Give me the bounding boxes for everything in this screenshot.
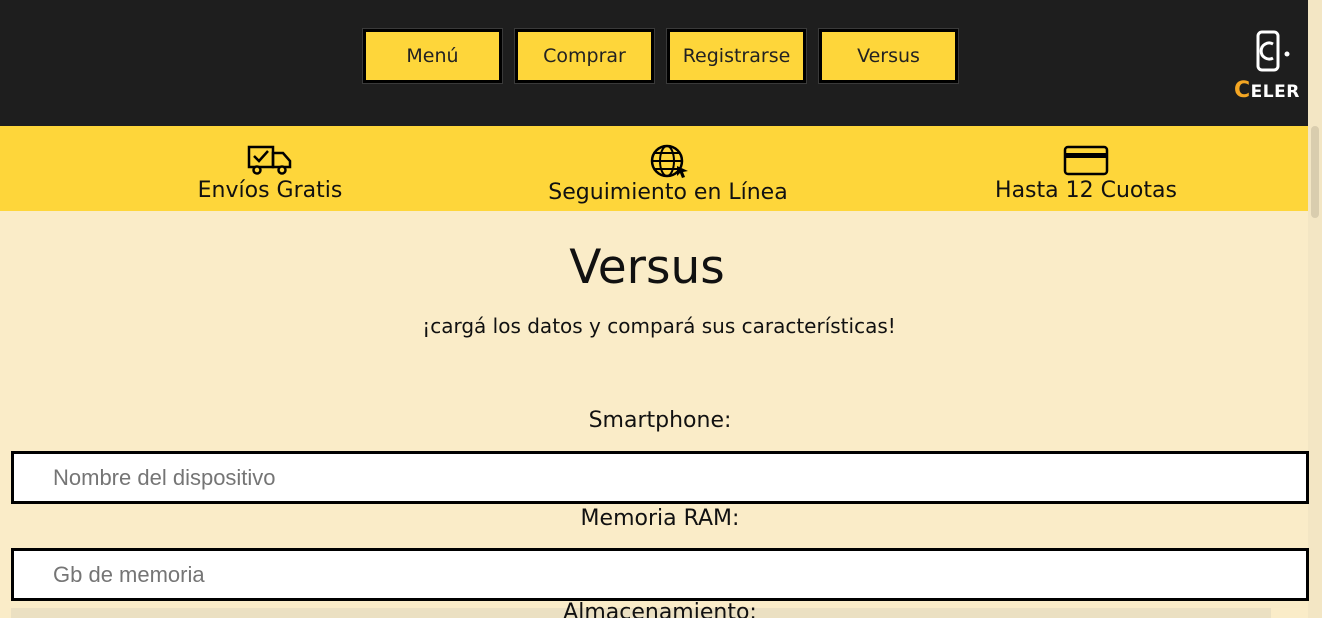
feature-label: Envíos Gratis — [197, 178, 343, 203]
phone-logo-icon — [1256, 30, 1290, 72]
feature-cuotas: Hasta 12 Cuotas — [976, 144, 1196, 203]
logo-wordmark: CELER — [1234, 78, 1300, 103]
ram-input[interactable] — [11, 548, 1309, 601]
main-nav: Menú Comprar Registrarse Versus — [363, 29, 958, 83]
smartphone-label: Smartphone: — [588, 408, 732, 433]
nav-versus-button[interactable]: Versus — [819, 29, 958, 83]
smartphone-name-input[interactable] — [11, 451, 1309, 504]
nav-menu-button[interactable]: Menú — [363, 29, 502, 83]
features-bar: Envíos Gratis Seguimiento en Línea Hasta… — [0, 126, 1308, 211]
page-subtitle: ¡cargá los datos y compará sus caracterí… — [422, 314, 896, 338]
feature-envios-gratis: Envíos Gratis — [170, 144, 370, 203]
nav-registrarse-button[interactable]: Registrarse — [667, 29, 806, 83]
celer-logo[interactable]: CELER — [1232, 30, 1304, 103]
delivery-truck-icon — [247, 145, 292, 175]
feature-label: Hasta 12 Cuotas — [995, 178, 1177, 203]
feature-seguimiento: Seguimiento en Línea — [528, 144, 808, 205]
site-header: Menú Comprar Registrarse Versus CELER — [0, 0, 1308, 126]
ram-label: Memoria RAM: — [580, 506, 740, 531]
page-title: Versus — [569, 240, 725, 295]
nav-comprar-button[interactable]: Comprar — [515, 29, 654, 83]
storage-label: Almacenamiento: — [563, 600, 757, 618]
scrollbar-thumb[interactable] — [1311, 126, 1319, 218]
feature-label: Seguimiento en Línea — [548, 180, 788, 205]
credit-card-icon — [1063, 145, 1109, 176]
globe-tracking-icon — [650, 144, 688, 178]
